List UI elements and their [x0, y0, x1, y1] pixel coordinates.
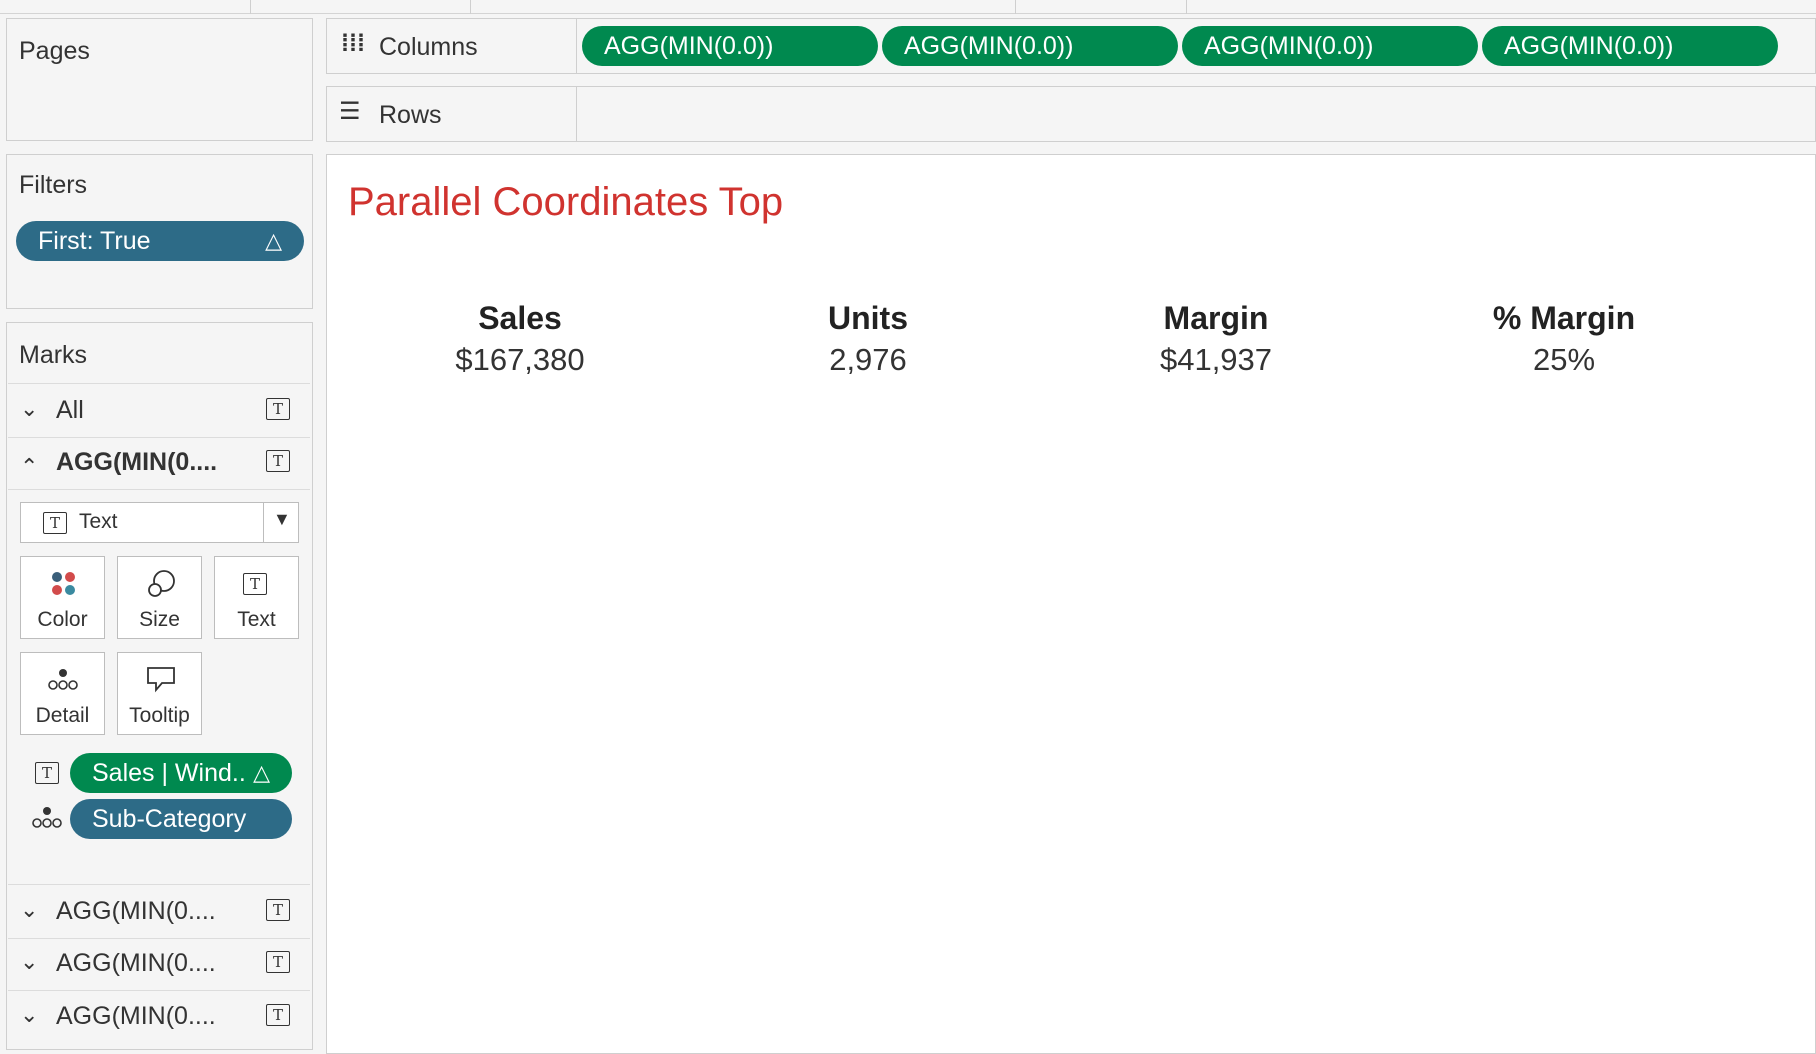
field-pill-sub-category[interactable]: Sub-Category: [70, 799, 292, 839]
size-icon: [118, 569, 201, 599]
marks-all-label: All: [56, 396, 84, 424]
marks-card-label: AGG(MIN(0....: [56, 949, 216, 977]
pages-card[interactable]: Pages: [6, 18, 313, 141]
kpi-value-sales[interactable]: $167,380: [400, 342, 640, 378]
text-mark-icon: T: [266, 398, 290, 420]
marks-card-label: AGG(MIN(0....: [56, 1002, 216, 1030]
worksheet-view[interactable]: [326, 154, 1816, 1054]
marks-card-row[interactable]: ⌄ AGG(MIN(0.... T: [8, 990, 310, 1043]
pages-title: Pages: [19, 37, 90, 65]
marks-card-row[interactable]: ⌄ AGG(MIN(0.... T: [8, 884, 310, 939]
text-button[interactable]: T Text: [214, 556, 299, 639]
chevron-up-icon[interactable]: ⌃: [20, 454, 38, 480]
chevron-down-icon[interactable]: ⌄: [20, 897, 38, 923]
kpi-label-pct-margin: % Margin: [1492, 300, 1636, 336]
field-pill-label: Sub-Category: [92, 805, 247, 833]
detail-button-label: Detail: [35, 704, 90, 727]
filter-pill-first[interactable]: First: True △: [16, 221, 304, 261]
marks-active-card-row[interactable]: ⌃ AGG(MIN(0.... T: [8, 436, 310, 490]
kpi-label-units: Units: [828, 300, 908, 336]
columns-pill[interactable]: AGG(MIN(0.0)): [1482, 26, 1778, 66]
columns-pill-label: AGG(MIN(0.0)): [904, 32, 1074, 60]
text-mark-icon: T: [266, 951, 290, 973]
strip-divider: [470, 0, 471, 14]
kpi-value-margin[interactable]: $41,937: [1096, 342, 1336, 378]
kpi-label-margin: Margin: [1163, 300, 1269, 336]
size-button-label: Size: [139, 608, 180, 631]
marks-all-row[interactable]: ⌄ All T: [8, 383, 310, 438]
color-icon: [21, 569, 104, 599]
text-icon: T: [243, 573, 267, 595]
dropdown-divider: [263, 503, 264, 542]
marks-card-row[interactable]: ⌄ AGG(MIN(0.... T: [8, 937, 310, 991]
columns-pill[interactable]: AGG(MIN(0.0)): [882, 26, 1178, 66]
filters-card[interactable]: Filters First: True △: [6, 154, 313, 309]
worksheet-title: Parallel Coordinates Top: [348, 180, 784, 224]
text-mark-icon: T: [266, 450, 290, 472]
columns-pill-label: AGG(MIN(0.0)): [604, 32, 774, 60]
strip-divider: [1015, 0, 1016, 14]
delta-icon: △: [253, 760, 270, 785]
text-button-label: Text: [237, 608, 276, 631]
detail-button[interactable]: Detail: [20, 652, 105, 735]
rows-icon: ☰: [339, 98, 361, 125]
field-pill-label: Sales | Wind..: [92, 759, 246, 787]
tooltip-icon: [118, 665, 201, 695]
columns-pill-label: AGG(MIN(0.0)): [1504, 32, 1674, 60]
text-mark-icon: T: [266, 899, 290, 921]
mark-type-dropdown[interactable]: T Text ▼: [20, 502, 299, 543]
rows-shelf[interactable]: ☰ Rows: [326, 86, 1816, 142]
columns-pill-label: AGG(MIN(0.0)): [1204, 32, 1374, 60]
field-pill-sales-window[interactable]: Sales | Wind.. △: [70, 753, 292, 793]
columns-pill[interactable]: AGG(MIN(0.0)): [1182, 26, 1478, 66]
text-mark-icon: T: [266, 1004, 290, 1026]
columns-shelf-header: ⁞⁞⁞ Columns: [327, 19, 577, 73]
detail-icon: [30, 804, 64, 835]
strip-divider: [1186, 0, 1187, 14]
text-mark-icon: T: [43, 512, 67, 534]
tooltip-button[interactable]: Tooltip: [117, 652, 202, 735]
rows-shelf-header: ☰ Rows: [327, 87, 577, 141]
color-button-label: Color: [37, 608, 88, 631]
rows-label: Rows: [379, 101, 442, 129]
size-button[interactable]: Size: [117, 556, 202, 639]
columns-pill[interactable]: AGG(MIN(0.0)): [582, 26, 878, 66]
chevron-down-icon[interactable]: ⌄: [20, 1002, 38, 1028]
chevron-down-icon[interactable]: ▼: [273, 509, 291, 530]
columns-label: Columns: [379, 33, 478, 61]
filter-pill-label: First: True: [38, 227, 151, 255]
chevron-down-icon[interactable]: ⌄: [20, 396, 38, 422]
color-button[interactable]: Color: [20, 556, 105, 639]
chevron-down-icon[interactable]: ⌄: [20, 949, 38, 975]
kpi-label-sales: Sales: [478, 300, 562, 336]
strip-divider: [250, 0, 251, 14]
tooltip-button-label: Tooltip: [129, 704, 190, 727]
detail-icon: [21, 665, 104, 695]
kpi-value-pct-margin[interactable]: 25%: [1444, 342, 1684, 378]
top-toolbar-strip: [0, 0, 1816, 14]
filters-title: Filters: [19, 171, 88, 199]
text-icon: T: [35, 762, 59, 784]
marks-card-label: AGG(MIN(0....: [56, 897, 216, 925]
marks-active-card-label: AGG(MIN(0....: [56, 448, 218, 476]
delta-icon: △: [265, 228, 282, 253]
kpi-value-units[interactable]: 2,976: [748, 342, 988, 378]
marks-title: Marks: [19, 341, 88, 369]
mark-type-label: Text: [79, 510, 118, 533]
columns-icon: ⁞⁞⁞: [341, 30, 365, 57]
